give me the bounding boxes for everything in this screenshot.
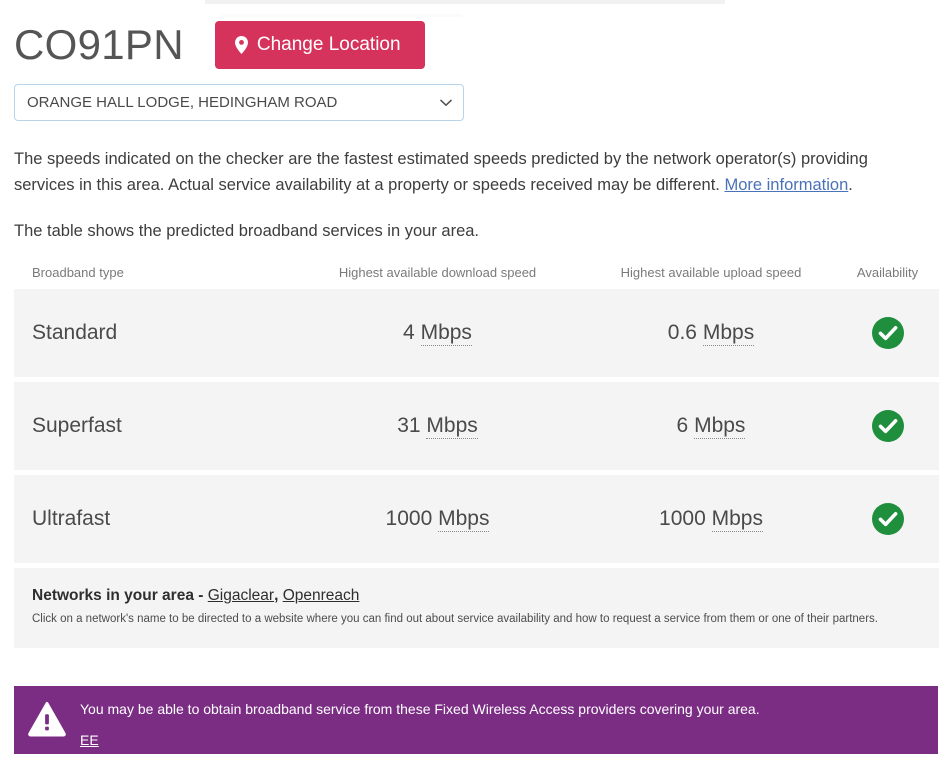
download-speed-value: 4 (403, 321, 415, 345)
more-information-link[interactable]: More information (724, 176, 848, 194)
download-speed-value: 31 (397, 414, 421, 438)
upload-speed-unit: Mbps (702, 321, 755, 347)
cell-download-speed: 1000 Mbps (289, 507, 586, 533)
cell-download-speed: 31 Mbps (289, 414, 586, 440)
disclaimer-text-tail: . (848, 175, 853, 194)
download-speed-value: 1000 (385, 507, 433, 531)
networks-link-separator: , (274, 587, 283, 605)
networks-title-line: Networks in your area - Gigaclear, Openr… (32, 586, 921, 606)
cell-download-speed: 4 Mbps (289, 321, 586, 347)
download-speed-unit: Mbps (438, 507, 490, 533)
download-speed-unit: Mbps (426, 414, 478, 440)
networks-panel: Networks in your area - Gigaclear, Openr… (14, 568, 939, 648)
table-row: Superfast 31 Mbps 6 Mbps (14, 382, 939, 471)
cell-upload-speed: 6 Mbps (586, 414, 836, 440)
address-select-wrapper: ORANGE HALL LODGE, HEDINGHAM ROAD (14, 84, 464, 121)
column-header-upload-speed: Highest available upload speed (620, 265, 802, 281)
cell-upload-speed: 0.6 Mbps (586, 321, 836, 347)
upload-speed-unit: Mbps (694, 414, 746, 440)
cell-broadband-type: Superfast (32, 414, 122, 438)
check-circle-icon (871, 316, 905, 350)
map-pin-icon (234, 35, 248, 54)
location-header: CO91PN Change Location (14, 0, 938, 69)
change-location-label: Change Location (256, 34, 401, 55)
fixed-wireless-alert: You may be able to obtain broadband serv… (14, 686, 938, 754)
provider-link-ee[interactable]: EE (80, 732, 99, 748)
cell-availability (836, 502, 939, 536)
change-location-button[interactable]: Change Location (214, 21, 425, 69)
warning-triangle-icon (28, 700, 66, 738)
network-link-gigaclear[interactable]: Gigaclear (208, 587, 274, 604)
upload-speed-value: 1000 (659, 507, 706, 531)
networks-help-note: Click on a network's name to be directed… (32, 613, 878, 626)
download-speed-unit: Mbps (420, 321, 472, 347)
cell-upload-speed: 1000 Mbps (586, 507, 836, 533)
alert-message: You may be able to obtain broadband serv… (80, 701, 760, 717)
cell-availability (836, 316, 939, 350)
results-page: CO91PN Change Location ORANGE HALL LODGE… (0, 0, 952, 648)
table-row: Standard 4 Mbps 0.6 Mbps (14, 289, 939, 378)
broadband-results-table: Broadband type Highest available downloa… (14, 265, 939, 648)
alert-body: You may be able to obtain broadband serv… (80, 698, 760, 750)
postcode-title: CO91PN (14, 21, 184, 68)
upload-speed-unit: Mbps (711, 507, 763, 533)
speeds-disclaimer: The speeds indicated on the checker are … (14, 147, 926, 198)
network-link-openreach[interactable]: Openreach (283, 587, 360, 604)
column-header-broadband-type: Broadband type (32, 265, 124, 281)
cell-broadband-type: Ultrafast (32, 507, 111, 531)
upload-speed-value: 0.6 (667, 321, 697, 345)
table-header-row: Broadband type Highest available downloa… (14, 265, 939, 289)
check-circle-icon (871, 409, 905, 443)
column-header-availability: Availability (856, 265, 919, 281)
cell-availability (836, 409, 939, 443)
table-row: Ultrafast 1000 Mbps 1000 Mbps (14, 475, 939, 564)
column-header-download-speed: Highest available download speed (338, 265, 537, 281)
table-intro-text: The table shows the predicted broadband … (14, 222, 480, 241)
networks-title-label: Networks in your area (32, 587, 194, 605)
upload-speed-value: 6 (676, 414, 689, 438)
networks-title-separator: - (193, 587, 208, 605)
cell-broadband-type: Standard (32, 321, 118, 345)
check-circle-icon (871, 502, 905, 536)
address-select[interactable]: ORANGE HALL LODGE, HEDINGHAM ROAD (14, 84, 464, 121)
